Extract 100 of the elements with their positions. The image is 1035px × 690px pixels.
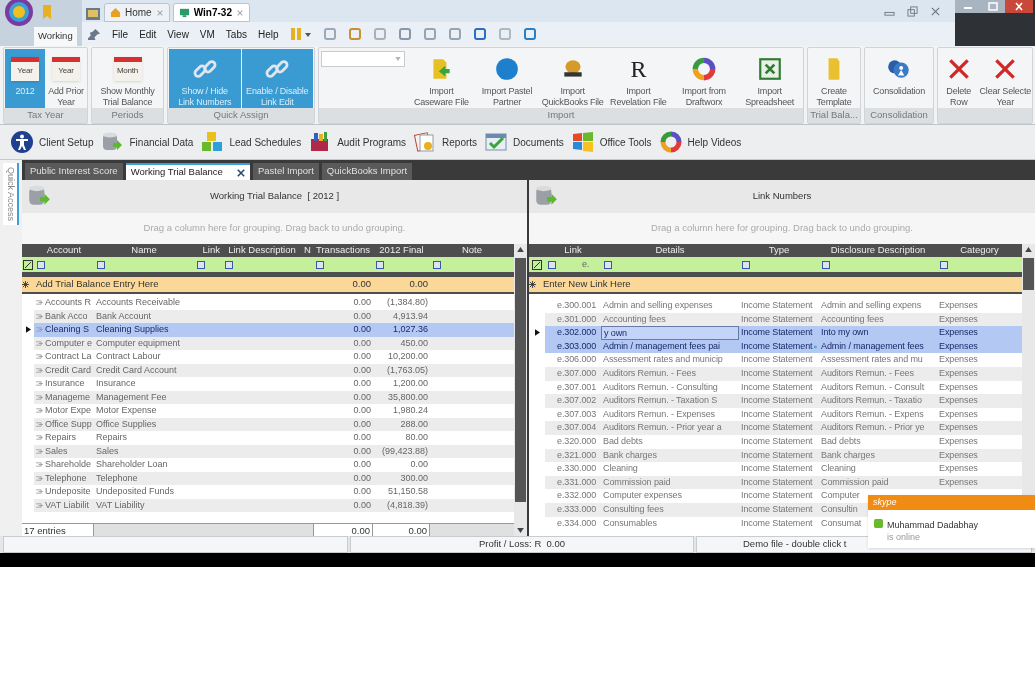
table-cell-text: Office Supplies (95, 417, 158, 431)
table-cell-text: Assessment rates and municip (602, 353, 724, 367)
table-cell-text: Income Statement (740, 489, 814, 503)
table-cell-text: e.301.000 (556, 312, 598, 326)
document-tab[interactable]: Public Interest Score (25, 163, 123, 180)
table-cell: Auditors Remun. - Fees (821, 368, 914, 378)
document-tab[interactable]: QuickBooks Import (321, 163, 413, 180)
menu-item[interactable]: VM (199, 26, 215, 42)
grouping-hint: Drag a column here for grouping. Drag back to undo grouping. (651, 221, 913, 236)
ribbon-button[interactable]: Year Add Prior Year (46, 49, 86, 108)
link-icon (36, 300, 43, 306)
toolbar-button[interactable]: Help Videos (658, 130, 742, 154)
menu-item[interactable]: Tabs (225, 26, 247, 42)
ribbon-button[interactable]: Import QuickBooks File (540, 49, 605, 108)
toolbar-button[interactable]: Documents (484, 130, 564, 154)
table-cell-text: Income Statement (740, 448, 814, 462)
ribbon-button[interactable]: Import from Draftworx (671, 49, 737, 108)
table-cell-text: Shareholder Loan (95, 458, 169, 471)
toolbar-button[interactable]: Client Setup (10, 130, 94, 154)
group-label: Tax Year (27, 108, 64, 123)
dropdown-field[interactable] (321, 51, 405, 67)
table-cell-text: 0.00 (352, 471, 372, 485)
column-header: Link (563, 243, 583, 258)
table-cell-text: Auditors Remun. - Fees (602, 367, 697, 380)
link-icon (36, 354, 43, 360)
table-row[interactable]: e.302.000 y own Income Statement Into my own Expenses (545, 326, 1022, 340)
table-cell-text: e.300.001 (556, 299, 598, 313)
ribbon-button[interactable]: Import Pastel Partner (474, 49, 540, 108)
table-cell-text: e.303.000 (556, 339, 598, 353)
scrollbar-thumb[interactable] (1023, 258, 1034, 290)
table-cell: Credit Card (45, 363, 91, 377)
table-cell: Telephone (45, 471, 87, 485)
panel-title: Working Trial Balance [ 2012 ] (209, 189, 340, 204)
table-cell-text: Consumables (602, 516, 658, 530)
group-label: Quick Assign (213, 108, 269, 123)
table-cell-text: 0.00 (352, 431, 372, 444)
table-cell-text: e.333.000 (556, 502, 598, 516)
table-cell-text: e.307.004 (556, 421, 598, 435)
table-cell-text: 51,150.58 (386, 485, 429, 498)
toolbar-button[interactable]: Lead Schedules (200, 130, 302, 154)
ribbon-button[interactable]: Month Show Monthly Trial Balance (93, 49, 162, 108)
ribbon-button[interactable]: Year 2012 (5, 49, 45, 108)
menu-item[interactable]: View (167, 26, 189, 42)
ribbon-button[interactable]: Import Caseware File (409, 49, 474, 108)
ribbon-button[interactable]: R Import Revelation File (606, 49, 671, 108)
color-ring-icon (691, 56, 717, 82)
table-cell-text: Repairs (45, 431, 76, 444)
menu-item[interactable]: Edit (139, 26, 157, 42)
filter-icon (940, 260, 948, 269)
table-cell: Consultin (821, 503, 858, 514)
toolbar-button[interactable]: Audit Programs (308, 130, 407, 154)
filter-icon (433, 260, 441, 269)
toolbar-button[interactable]: Reports (413, 130, 478, 154)
menu-item[interactable]: File (112, 26, 129, 42)
window-tab[interactable]: Win7-32 (172, 3, 250, 22)
toolbar-button[interactable]: Financial Data (100, 130, 194, 154)
menu-item[interactable]: Help (258, 26, 279, 42)
presence-text: is online (887, 531, 922, 543)
columns-icon (289, 27, 312, 41)
scrollbar-thumb[interactable] (515, 258, 526, 502)
table-cell-text: Cleaning (602, 462, 639, 476)
table-cell-text: Cleaning Supplies (95, 323, 170, 336)
check-card-icon (484, 130, 509, 154)
table-cell-text: Contract La (45, 350, 92, 363)
toolbar-button[interactable]: Office Tools (570, 130, 652, 154)
table-row[interactable]: e.307.002 Auditors Remun. - Taxation S Income Statement Auditors Remun. - Taxatio Expenses (545, 394, 1022, 408)
table-cell-text: Contract Labour (95, 350, 162, 363)
link-icon (36, 421, 43, 427)
link-icon (36, 327, 43, 333)
table-cell: Accounting fees (821, 313, 884, 324)
table-cell-text: 35,800.00 (386, 390, 429, 404)
table-cell-text: 80.00 (404, 431, 429, 444)
table-cell: VAT Liabilit (45, 498, 90, 512)
bookmark-icon (42, 4, 52, 20)
table-cell-text: 10,200.00 (386, 350, 429, 363)
ribbon-button[interactable]: Create Template (809, 49, 859, 108)
window-tab[interactable]: Home (104, 3, 170, 22)
person-circle-icon (10, 130, 34, 154)
table-cell-text: 0.00 (352, 404, 372, 417)
ribbon-button[interactable]: Consolidation (866, 49, 932, 108)
ribbon-button[interactable]: Clear Selecte Year (979, 49, 1031, 108)
table-cell-text: Expenses (938, 353, 979, 367)
table-cell-text: 0.00 (352, 458, 372, 471)
table-row[interactable]: e.307.004 Auditors Remun. - Prior year a Income Statement Auditors Remun. - Prior ye Expenses (545, 421, 1022, 435)
scrollbar[interactable] (514, 244, 527, 536)
table-cell-text: Auditors Remun. - Consulting (602, 380, 719, 394)
filter-value: e. (582, 257, 590, 271)
table-cell: Bad debts (821, 436, 861, 446)
column-header: Link Description (227, 243, 297, 258)
ribbon-button[interactable]: Import Spreadsheet (737, 49, 803, 108)
ribbon-button[interactable]: Delete Row (939, 49, 979, 108)
document-tab[interactable]: Pastel Import (252, 163, 319, 180)
table-cell-text: Expenses (938, 339, 979, 353)
side-tab[interactable]: Quick Access (3, 163, 19, 225)
table-row[interactable]: Cleaning S Cleaning Supplies 0.00 1,027.36 (34, 323, 514, 337)
table-cell-text: 0.00 (352, 485, 372, 498)
document-tab[interactable]: Working Trial Balance (125, 163, 250, 180)
app-tab[interactable]: Working (34, 27, 77, 46)
window-app-icon (85, 6, 101, 22)
filter-icon (225, 260, 233, 269)
